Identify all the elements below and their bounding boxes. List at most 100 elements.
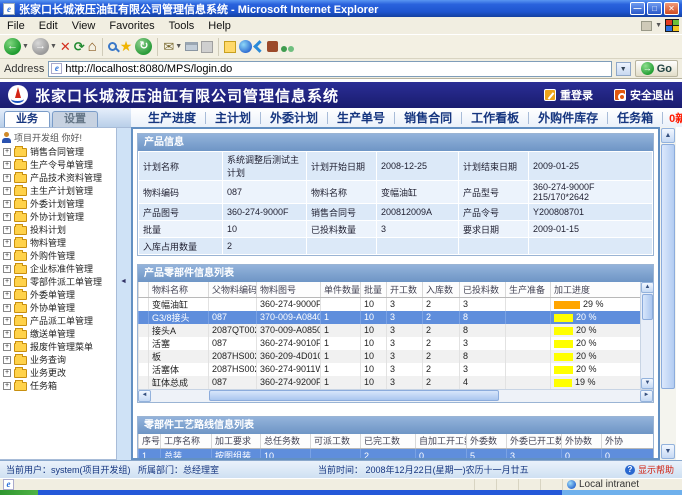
show-help-link[interactable]: ? 显示帮助 bbox=[625, 463, 674, 476]
back-button[interactable]: ←▼ bbox=[4, 38, 29, 55]
menu-favorites[interactable]: Favorites bbox=[102, 19, 161, 33]
picture-icon[interactable] bbox=[641, 21, 652, 31]
expand-icon[interactable]: + bbox=[3, 252, 11, 260]
sidebar-item-7[interactable]: +物料管理 bbox=[0, 236, 116, 249]
chevron-down-icon[interactable]: ▼ bbox=[655, 22, 662, 29]
table-row[interactable]: 变幅油缸360-274-9000F1032329 % bbox=[139, 297, 641, 311]
nav-item-5[interactable]: 工作看板 bbox=[462, 112, 529, 124]
sidebar-item-12[interactable]: +外协单管理 bbox=[0, 301, 116, 314]
relogin-button[interactable]: 重登录 bbox=[544, 87, 593, 103]
address-field[interactable]: e bbox=[48, 61, 611, 77]
forward-button[interactable]: →▼ bbox=[32, 38, 57, 55]
media-button[interactable] bbox=[267, 41, 278, 52]
logout-button[interactable]: 安全退出 bbox=[614, 87, 674, 103]
table-row[interactable]: G3/8接头087370-009-A084011032820 % bbox=[139, 311, 641, 324]
nav-item-4[interactable]: 销售合同 bbox=[395, 112, 462, 124]
table-row[interactable]: 缸体总成087360-274-9200F11032419 % bbox=[139, 376, 641, 389]
nav-item-6[interactable]: 外购件库存 bbox=[529, 112, 608, 124]
contacts-button[interactable] bbox=[281, 41, 294, 52]
favorites-button[interactable]: ★ bbox=[120, 38, 133, 55]
column-header[interactable]: 外协 bbox=[602, 434, 654, 449]
nav-item-7[interactable]: 任务箱 bbox=[608, 112, 663, 124]
sidebar-item-4[interactable]: +外委计划管理 bbox=[0, 197, 116, 210]
sidebar-item-8[interactable]: +外购件管理 bbox=[0, 249, 116, 262]
sidebar-item-18[interactable]: +任务箱 bbox=[0, 379, 116, 392]
table-row[interactable]: 1总装按图组装10205300 bbox=[139, 449, 654, 461]
column-header[interactable]: 开工数 bbox=[387, 282, 423, 297]
nav-item-3[interactable]: 生产单号 bbox=[328, 112, 395, 124]
expand-icon[interactable]: + bbox=[3, 226, 11, 234]
mail-button[interactable]: ✉▼ bbox=[163, 38, 182, 55]
go-button[interactable]: → Go bbox=[635, 60, 678, 77]
start-button[interactable] bbox=[0, 490, 38, 495]
column-header[interactable]: 自加工开工数 bbox=[416, 434, 467, 449]
address-dropdown[interactable]: ▼ bbox=[616, 62, 631, 76]
sidebar-scrollbar[interactable]: ◄ bbox=[117, 127, 131, 460]
column-header[interactable]: 可派工数 bbox=[311, 434, 361, 449]
history-button[interactable]: ↻ bbox=[135, 38, 152, 55]
column-header[interactable]: 已完工数 bbox=[361, 434, 416, 449]
expand-icon[interactable]: + bbox=[3, 174, 11, 182]
sidebar-item-11[interactable]: +外委单管理 bbox=[0, 288, 116, 301]
column-header[interactable]: 批量 bbox=[361, 282, 387, 297]
print-button[interactable] bbox=[185, 42, 198, 51]
parts-vertical-scrollbar[interactable]: ▲ ▼ bbox=[640, 282, 653, 389]
tab-设置[interactable]: 设置 bbox=[52, 111, 98, 127]
nav-item-0[interactable]: 生产进度 bbox=[139, 112, 206, 124]
menu-tools[interactable]: Tools bbox=[162, 19, 202, 33]
expand-icon[interactable]: + bbox=[3, 265, 11, 273]
column-header[interactable]: 单件数量 bbox=[321, 282, 361, 297]
expand-icon[interactable]: + bbox=[3, 187, 11, 195]
windows-taskbar[interactable] bbox=[0, 490, 682, 495]
column-header[interactable]: 物料名称 bbox=[149, 282, 209, 297]
expand-icon[interactable]: + bbox=[3, 330, 11, 338]
column-header[interactable]: 入库数 bbox=[423, 282, 460, 297]
expand-icon[interactable]: + bbox=[3, 304, 11, 312]
edit-button[interactable] bbox=[201, 41, 213, 53]
chevron-down-icon[interactable]: ▼ bbox=[175, 43, 182, 50]
scrollbar-thumb[interactable] bbox=[642, 294, 653, 320]
chevron-down-icon[interactable]: ▼ bbox=[50, 43, 57, 50]
expand-icon[interactable]: + bbox=[3, 317, 11, 325]
menu-help[interactable]: Help bbox=[201, 19, 238, 33]
column-header[interactable]: 外协数 bbox=[562, 434, 602, 449]
sidebar-item-6[interactable]: +投料计划 bbox=[0, 223, 116, 236]
column-header[interactable]: 物料图号 bbox=[257, 282, 321, 297]
expand-icon[interactable]: + bbox=[3, 382, 11, 390]
scrollbar-thumb[interactable] bbox=[209, 390, 499, 401]
sidebar-item-17[interactable]: +业务更改 bbox=[0, 366, 116, 379]
home-button[interactable]: ⌂ bbox=[88, 38, 97, 55]
internet-button[interactable] bbox=[239, 40, 252, 53]
sidebar-item-15[interactable]: +报废件管理菜单 bbox=[0, 340, 116, 353]
column-header[interactable]: 外委已开工数 bbox=[507, 434, 562, 449]
nav-item-1[interactable]: 主计划 bbox=[206, 112, 261, 124]
expand-icon[interactable]: + bbox=[3, 213, 11, 221]
column-header[interactable]: 生产准备 bbox=[506, 282, 551, 297]
sidebar-item-14[interactable]: +缴送单管理 bbox=[0, 327, 116, 340]
sidebar-item-9[interactable]: +企业标准件管理 bbox=[0, 262, 116, 275]
table-row[interactable]: 活塞087360-274-9010F11032320 % bbox=[139, 337, 641, 350]
scrollbar-thumb[interactable] bbox=[661, 144, 675, 389]
main-vertical-scrollbar[interactable]: ▲ ▼ bbox=[660, 127, 676, 460]
discuss-button[interactable] bbox=[224, 41, 236, 53]
close-button[interactable]: ✕ bbox=[664, 2, 679, 15]
table-row[interactable]: 活塞体2087HS002360-274-9011W11032320 % bbox=[139, 363, 641, 376]
column-header[interactable]: 总任务数 bbox=[261, 434, 311, 449]
column-header[interactable]: 已投料数 bbox=[460, 282, 506, 297]
scroll-left-icon[interactable]: ◄ bbox=[138, 390, 151, 402]
scroll-up-icon[interactable]: ▲ bbox=[661, 128, 675, 143]
messenger-button[interactable] bbox=[255, 42, 264, 51]
parts-horizontal-scrollbar[interactable]: ◄ ► bbox=[138, 389, 653, 402]
nav-item-2[interactable]: 外委计划 bbox=[261, 112, 328, 124]
search-button[interactable] bbox=[108, 42, 117, 51]
expand-icon[interactable]: + bbox=[3, 200, 11, 208]
column-header[interactable]: 序号 bbox=[139, 434, 161, 449]
address-input[interactable] bbox=[65, 63, 608, 75]
sidebar-item-16[interactable]: +业务查询 bbox=[0, 353, 116, 366]
table-row[interactable]: 板2087HS002360-209-4D01011032820 % bbox=[139, 350, 641, 363]
sidebar-item-3[interactable]: +主生产计划管理 bbox=[0, 184, 116, 197]
stop-button[interactable]: ✕ bbox=[60, 38, 71, 55]
expand-icon[interactable]: + bbox=[3, 369, 11, 377]
tab-业务[interactable]: 业务 bbox=[4, 111, 50, 127]
sidebar-item-10[interactable]: +零部件派工单管理 bbox=[0, 275, 116, 288]
